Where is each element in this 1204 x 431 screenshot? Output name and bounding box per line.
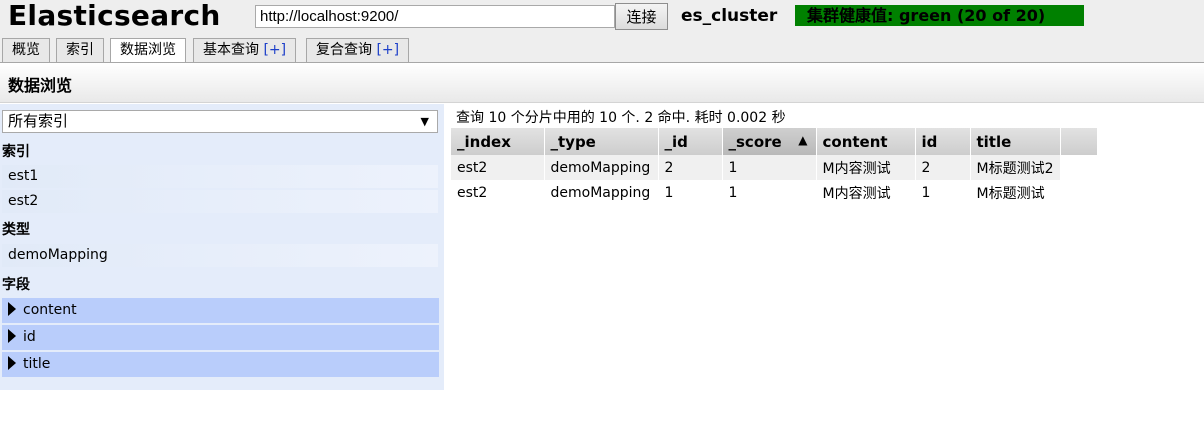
column-header-type[interactable]: _type [544, 128, 659, 155]
tab-plus: [+] [263, 42, 287, 58]
cell-id-field: 2 [915, 155, 971, 180]
connect-button[interactable]: 连接 [615, 3, 668, 30]
indices-label: 索引 [2, 144, 30, 160]
column-header-label: _score [728, 132, 782, 151]
cell-type: demoMapping [544, 180, 659, 205]
cell-index: est2 [451, 155, 545, 180]
tab-overview[interactable]: 概览 [2, 38, 50, 62]
cell-filler [1060, 155, 1098, 180]
table-row[interactable]: est2 demoMapping 2 1 M内容测试 2 M标题测试2 [451, 155, 1098, 180]
cell-title: M标题测试 [970, 180, 1061, 205]
sidebar-item-index[interactable]: est2 [2, 190, 438, 213]
sidebar-item-type[interactable]: demoMapping [2, 244, 438, 267]
column-header-index[interactable]: _index [451, 128, 545, 155]
tab-indices[interactable]: 索引 [56, 38, 104, 62]
cluster-health-badge: 集群健康值: green (20 of 20) [795, 5, 1084, 26]
tab-plus: [+] [376, 42, 400, 58]
field-label: title [23, 356, 51, 372]
cell-filler [1060, 180, 1098, 205]
tab-label: 数据浏览 [120, 42, 176, 58]
table-row[interactable]: est2 demoMapping 1 1 M内容测试 1 M标题测试 [451, 180, 1098, 205]
types-label: 类型 [2, 222, 30, 238]
cell-content: M内容测试 [816, 155, 916, 180]
results-header-row: _index _type _id _score ▲ content id titl… [451, 128, 1098, 155]
column-header-score[interactable]: _score ▲ [722, 128, 817, 155]
column-header-id-field[interactable]: id [915, 128, 971, 155]
results-summary: 查询 10 个分片中用的 10 个. 2 命中. 耗时 0.002 秒 [456, 110, 786, 126]
cluster-name: es_cluster [681, 6, 778, 26]
column-header-content[interactable]: content [816, 128, 916, 155]
url-input[interactable] [255, 5, 615, 28]
cell-type: demoMapping [544, 155, 659, 180]
cell-index: est2 [451, 180, 545, 205]
tab-data-browser[interactable]: 数据浏览 [110, 38, 186, 63]
cell-score: 1 [722, 180, 817, 205]
cell-id: 1 [658, 180, 723, 205]
fields-label: 字段 [2, 277, 30, 293]
expand-triangle-icon [8, 329, 16, 343]
column-header-id[interactable]: _id [658, 128, 723, 155]
sidebar-field-content[interactable]: content [2, 298, 439, 323]
dropdown-arrow-icon: ▼ [420, 115, 429, 128]
sidebar-item-index[interactable]: est1 [2, 165, 438, 188]
tab-label: 复合查询 [316, 42, 377, 58]
sort-ascending-icon: ▲ [798, 132, 808, 147]
expand-triangle-icon [8, 356, 16, 370]
cell-id-field: 1 [915, 180, 971, 205]
section-title: 数据浏览 [8, 76, 73, 95]
sidebar: 所有索引 ▼ 索引 est1 est2 类型 demoMapping 字段 co… [0, 104, 444, 390]
column-header-title[interactable]: title [970, 128, 1061, 155]
tab-label: 索引 [66, 42, 94, 58]
app-title: Elasticsearch [8, 0, 221, 32]
header-bar: Elasticsearch 连接 es_cluster 集群健康值: green… [0, 0, 1204, 63]
tab-label: 概览 [12, 42, 40, 58]
sidebar-field-title[interactable]: title [2, 352, 439, 377]
field-label: content [23, 302, 77, 318]
field-label: id [23, 329, 36, 345]
results-table: _index _type _id _score ▲ content id titl… [451, 128, 1098, 205]
index-select[interactable]: 所有索引 ▼ [2, 110, 438, 133]
cell-content: M内容测试 [816, 180, 916, 205]
tab-label: 基本查询 [203, 42, 264, 58]
column-header-filler [1060, 128, 1098, 155]
cell-score: 1 [722, 155, 817, 180]
cell-title: M标题测试2 [970, 155, 1061, 180]
tab-compound-query[interactable]: 复合查询 [+] [306, 38, 410, 62]
tab-basic-query[interactable]: 基本查询 [+] [193, 38, 297, 62]
cell-id: 2 [658, 155, 723, 180]
sidebar-field-id[interactable]: id [2, 325, 439, 350]
section-bar: 数据浏览 [0, 63, 1204, 103]
index-select-value: 所有索引 [8, 112, 69, 130]
expand-triangle-icon [8, 302, 16, 316]
